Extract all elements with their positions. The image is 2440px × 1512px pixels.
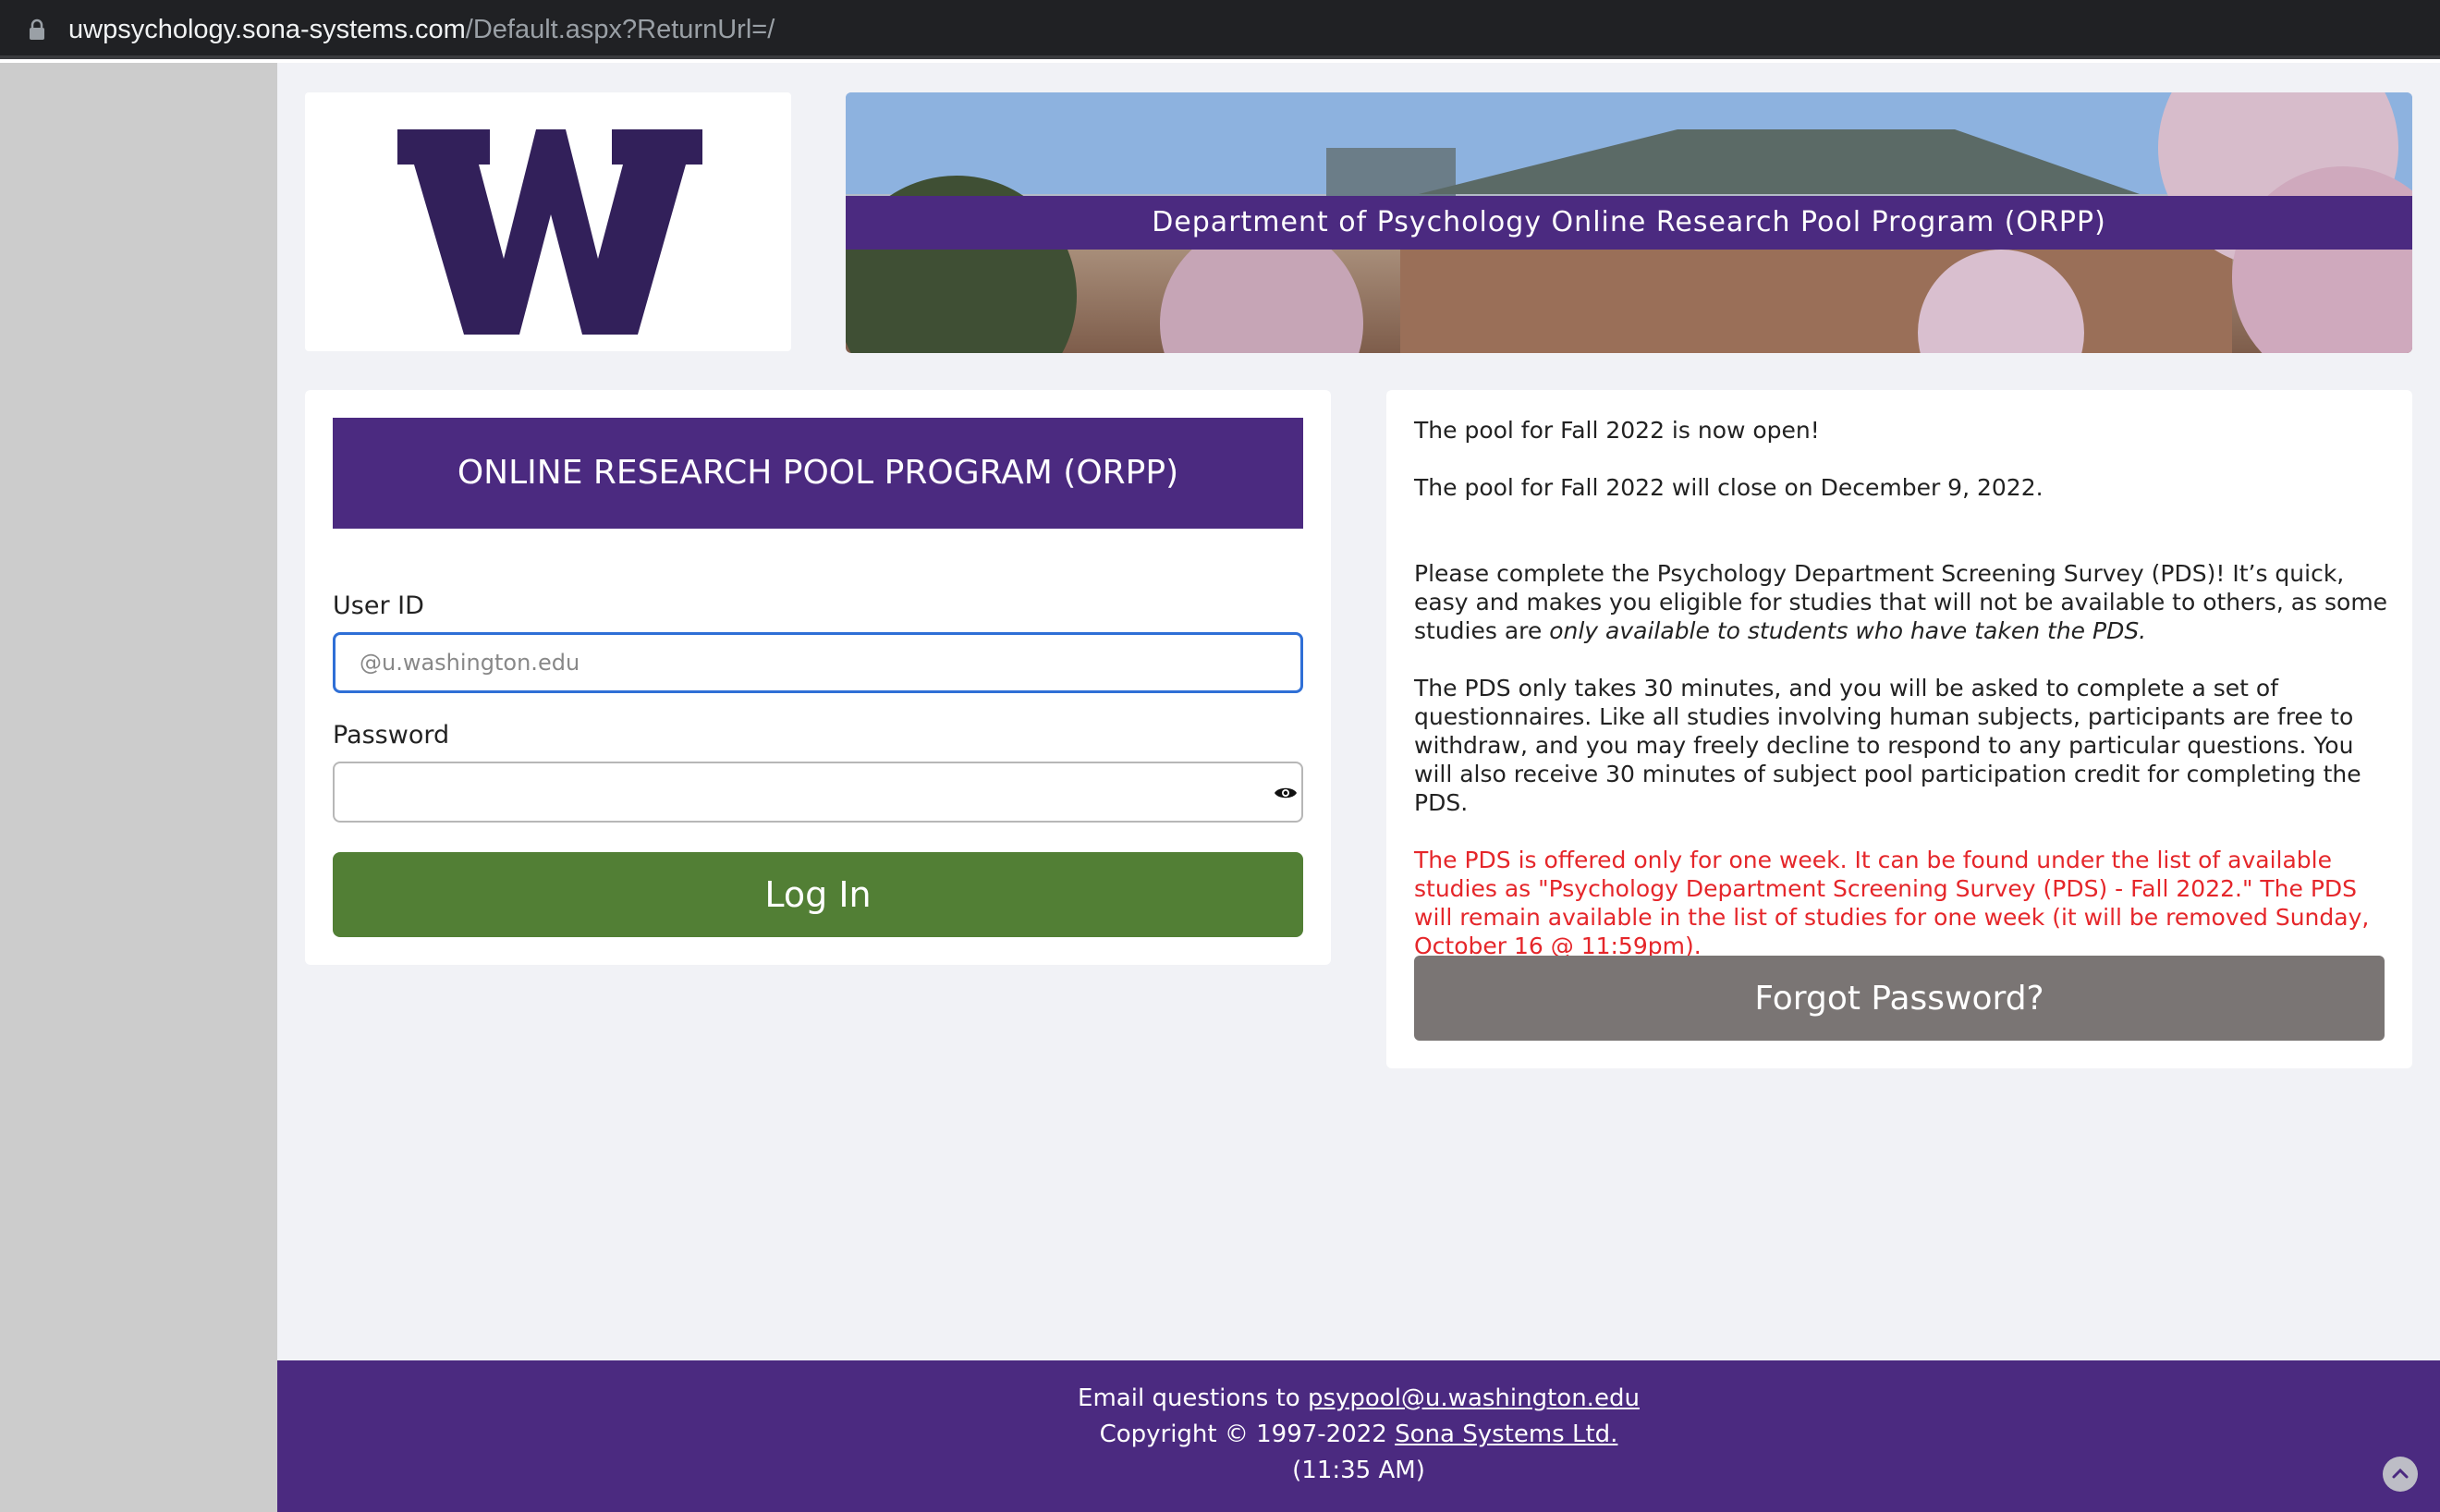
user-id-label: User ID: [333, 591, 424, 620]
uw-w-logo-icon: [397, 129, 702, 335]
announcement-text: The pool for Fall 2022 is now open! The …: [1414, 416, 2390, 989]
footer-email-line: Email questions to psypool@u.washington.…: [1078, 1384, 1640, 1412]
sona-systems-link[interactable]: Sona Systems Ltd.: [1395, 1421, 1617, 1448]
footer-copyright-line: Copyright © 1997-2022 Sona Systems Ltd.: [1099, 1421, 1618, 1448]
password-label: Password: [333, 721, 450, 750]
url-host: uwpsychology.sona-systems.com: [68, 15, 466, 44]
lock-icon: [30, 18, 44, 40]
pds-intro-emphasis: only available to students who have take…: [1549, 617, 2147, 644]
pds-alert-text: The PDS is offered only for one week. It…: [1414, 847, 2370, 959]
eye-icon[interactable]: [1274, 786, 1298, 800]
footer: Email questions to psypool@u.washington.…: [277, 1360, 2440, 1512]
url-path: /Default.aspx?ReturnUrl=/: [465, 15, 775, 44]
user-id-input[interactable]: [333, 632, 1303, 693]
forgot-password-button[interactable]: Forgot Password?: [1414, 956, 2385, 1041]
password-input[interactable]: [333, 762, 1303, 823]
pool-open-text: The pool for Fall 2022 is now open!: [1414, 417, 1820, 444]
scroll-top-button[interactable]: [2383, 1457, 2418, 1492]
log-in-button[interactable]: Log In: [333, 852, 1303, 937]
banner-title: Department of Psychology Online Research…: [1152, 206, 2106, 238]
browser-address-bar[interactable]: uwpsychology.sona-systems.com/Default.as…: [0, 0, 2440, 59]
chevron-up-icon: [2392, 1468, 2409, 1479]
url-text[interactable]: uwpsychology.sona-systems.com/Default.as…: [68, 11, 775, 48]
pool-close-text: The pool for Fall 2022 will close on Dec…: [1414, 474, 2044, 501]
email-link[interactable]: psypool@u.washington.edu: [1308, 1384, 1640, 1412]
login-card: ONLINE RESEARCH POOL PROGRAM (ORPP) User…: [305, 390, 1331, 965]
login-title: ONLINE RESEARCH POOL PROGRAM (ORPP): [333, 418, 1303, 529]
footer-time: (11:35 AM): [1292, 1457, 1425, 1484]
header-banner: Department of Psychology Online Research…: [846, 92, 2412, 353]
logo-card: [305, 92, 791, 351]
left-gutter: [0, 63, 277, 1512]
announcement-card: The pool for Fall 2022 is now open! The …: [1386, 390, 2412, 1068]
pds-details-text: The PDS only takes 30 minutes, and you w…: [1414, 675, 2361, 816]
pds-intro-text: Please complete the Psychology Departmen…: [1414, 560, 2388, 644]
